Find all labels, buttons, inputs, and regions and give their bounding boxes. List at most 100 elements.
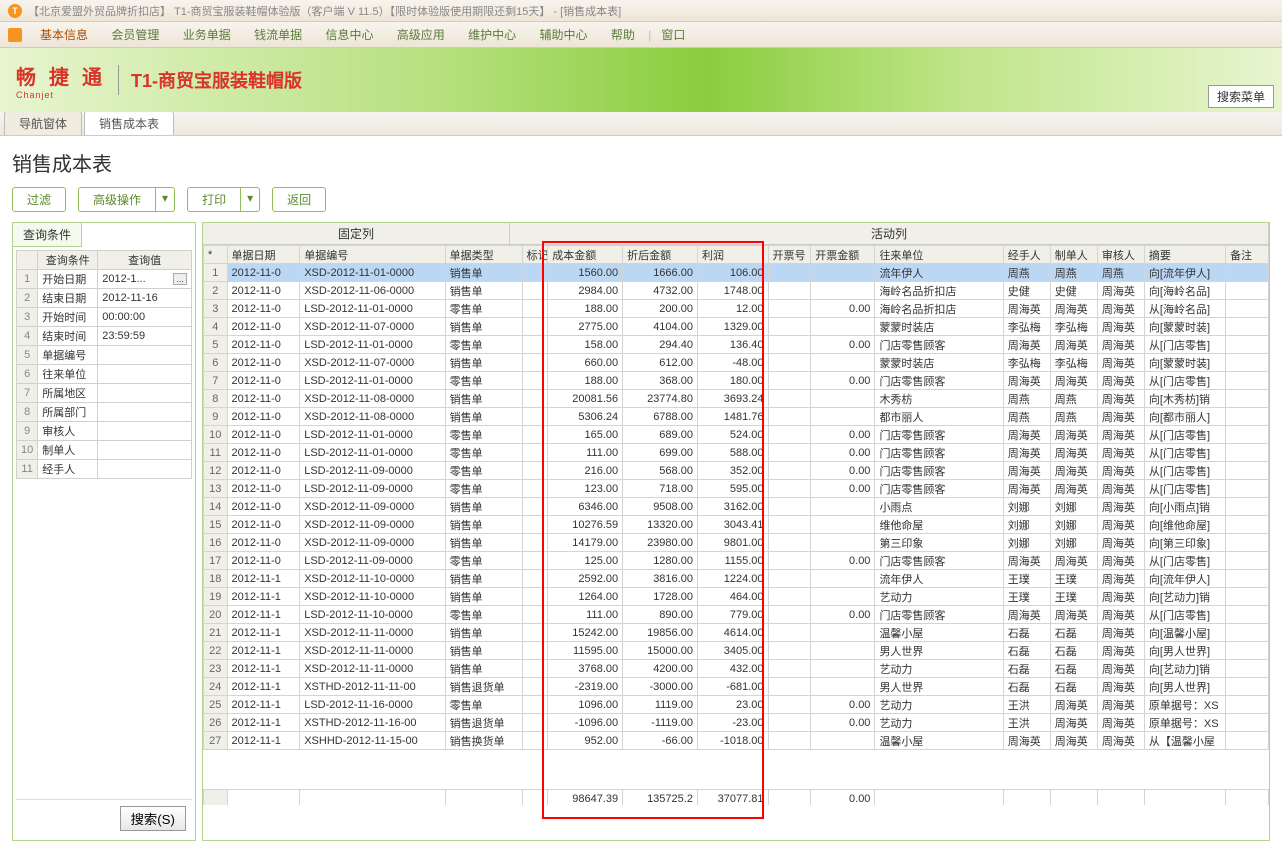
cond-rownum: 8 <box>17 403 38 422</box>
tab-sales-cost[interactable]: 销售成本表 <box>84 111 174 135</box>
cond-value[interactable] <box>98 384 192 403</box>
cond-value[interactable] <box>98 422 192 441</box>
col-docno[interactable]: 单据编号 <box>300 246 445 264</box>
table-row[interactable]: 182012-11-1XSD-2012-11-10-0000销售单 2592.0… <box>204 570 1269 588</box>
back-button[interactable]: 返回 <box>272 187 326 212</box>
cond-key[interactable]: 单据编号 <box>38 346 98 365</box>
table-row[interactable]: 152012-11-0XSD-2012-11-09-0000销售单 10276.… <box>204 516 1269 534</box>
cond-value[interactable] <box>98 365 192 384</box>
table-row[interactable]: 222012-11-1XSD-2012-11-11-0000销售单 11595.… <box>204 642 1269 660</box>
cond-header-val[interactable]: 查询值 <box>98 251 192 270</box>
table-row[interactable]: 112012-11-0LSD-2012-11-01-0000零售单 111.00… <box>204 444 1269 462</box>
menu-item[interactable]: 帮助 <box>601 25 645 45</box>
cond-value[interactable]: 2012-11-16 <box>98 289 192 308</box>
table-row[interactable]: 162012-11-0XSD-2012-11-09-0000销售单 14179.… <box>204 534 1269 552</box>
table-row[interactable]: 92012-11-0XSD-2012-11-08-0000销售单 5306.24… <box>204 408 1269 426</box>
table-row[interactable]: 132012-11-0LSD-2012-11-09-0000零售单 123.00… <box>204 480 1269 498</box>
cond-value[interactable] <box>98 403 192 422</box>
cond-key[interactable]: 所属部门 <box>38 403 98 422</box>
cond-key[interactable]: 制单人 <box>38 441 98 460</box>
table-row[interactable]: 142012-11-0XSD-2012-11-09-0000销售单 6346.0… <box>204 498 1269 516</box>
table-row[interactable]: 62012-11-0XSD-2012-11-07-0000销售单 660.006… <box>204 354 1269 372</box>
col-profit[interactable]: 利润 <box>697 246 768 264</box>
cond-key[interactable]: 经手人 <box>38 460 98 479</box>
col-auditor[interactable]: 审核人 <box>1097 246 1144 264</box>
col-date[interactable]: 单据日期 <box>227 246 300 264</box>
col-mark[interactable]: 标记 <box>522 246 548 264</box>
table-row[interactable]: 272012-11-1XSHHD-2012-11-15-00销售换货单 952.… <box>204 732 1269 750</box>
cond-key[interactable]: 结束时间 <box>38 327 98 346</box>
query-tab[interactable]: 查询条件 <box>13 223 82 247</box>
menu-item[interactable]: 会员管理 <box>101 25 169 45</box>
cond-key[interactable]: 审核人 <box>38 422 98 441</box>
table-row[interactable]: 22012-11-0XSD-2012-11-06-0000销售单 2984.00… <box>204 282 1269 300</box>
table-row[interactable]: 32012-11-0LSD-2012-11-01-0000零售单 188.002… <box>204 300 1269 318</box>
col-handler[interactable]: 经手人 <box>1003 246 1050 264</box>
table-row[interactable]: 122012-11-0LSD-2012-11-09-0000零售单 216.00… <box>204 462 1269 480</box>
advanced-caret-icon[interactable]: ▾ <box>156 187 175 212</box>
cond-rownum: 9 <box>17 422 38 441</box>
col-star[interactable]: * <box>204 246 228 264</box>
table-row[interactable]: 12012-11-0XSD-2012-11-01-0000销售单 1560.00… <box>204 264 1269 282</box>
cond-header-key[interactable]: 查询条件 <box>38 251 98 270</box>
table-row[interactable]: 202012-11-1LSD-2012-11-10-0000零售单 111.00… <box>204 606 1269 624</box>
search-button[interactable]: 搜索(S) <box>120 806 186 831</box>
query-conditions-table: 查询条件 查询值 1 开始日期 2012-1......2 结束日期 2012-… <box>16 250 192 479</box>
menu-item[interactable]: 窗口 <box>651 25 695 45</box>
col-cost[interactable]: 成本金额 <box>548 246 623 264</box>
cond-value[interactable]: 23:59:59 <box>98 327 192 346</box>
cond-value[interactable] <box>98 460 192 479</box>
cond-value[interactable] <box>98 346 192 365</box>
cond-key[interactable]: 开始时间 <box>38 308 98 327</box>
active-cols-header: 活动列 <box>510 223 1269 244</box>
menu-item[interactable]: 辅助中心 <box>530 25 598 45</box>
col-remark[interactable]: 备注 <box>1226 246 1269 264</box>
col-party[interactable]: 往来单位 <box>875 246 1003 264</box>
menu-item[interactable]: 信息中心 <box>315 25 383 45</box>
table-row[interactable]: 232012-11-1XSD-2012-11-11-0000销售单 3768.0… <box>204 660 1269 678</box>
cond-value[interactable]: 2012-1...... <box>98 270 192 289</box>
col-discount[interactable]: 折后金额 <box>623 246 698 264</box>
menu-item[interactable]: 维护中心 <box>458 25 526 45</box>
menu-item[interactable]: 业务单据 <box>173 25 241 45</box>
table-row[interactable]: 52012-11-0LSD-2012-11-01-0000零售单 158.002… <box>204 336 1269 354</box>
query-conditions-pane: 查询条件 查询条件 查询值 1 开始日期 2012-1......2 结束日期 … <box>12 222 196 841</box>
page-title: 销售成本表 <box>12 144 1270 187</box>
table-row[interactable]: 82012-11-0XSD-2012-11-08-0000销售单 20081.5… <box>204 390 1269 408</box>
ellipsis-button[interactable]: ... <box>173 273 187 285</box>
cond-rownum: 6 <box>17 365 38 384</box>
menu-item[interactable]: 钱流单据 <box>244 25 312 45</box>
title-bar: T 【北京爱盟外贸品牌折扣店】 T1-商贸宝服装鞋帽体验版（客户端 V 11.5… <box>0 0 1282 22</box>
table-row[interactable]: 252012-11-1LSD-2012-11-16-0000零售单 1096.0… <box>204 696 1269 714</box>
table-row[interactable]: 172012-11-0LSD-2012-11-09-0000零售单 125.00… <box>204 552 1269 570</box>
cond-key[interactable]: 所属地区 <box>38 384 98 403</box>
filter-button[interactable]: 过滤 <box>12 187 66 212</box>
cond-value[interactable] <box>98 441 192 460</box>
print-button[interactable]: 打印 <box>187 187 241 212</box>
table-row[interactable]: 42012-11-0XSD-2012-11-07-0000销售单 2775.00… <box>204 318 1269 336</box>
col-invamt[interactable]: 开票金额 <box>811 246 875 264</box>
cond-key[interactable]: 往来单位 <box>38 365 98 384</box>
cond-value[interactable]: 00:00:00 <box>98 308 192 327</box>
cond-header-n <box>17 251 38 270</box>
col-summary[interactable]: 摘要 <box>1144 246 1225 264</box>
table-row[interactable]: 102012-11-0LSD-2012-11-01-0000零售单 165.00… <box>204 426 1269 444</box>
col-invno[interactable]: 开票号 <box>768 246 811 264</box>
table-row[interactable]: 242012-11-1XSTHD-2012-11-11-00销售退货单 -231… <box>204 678 1269 696</box>
cond-key[interactable]: 开始日期 <box>38 270 98 289</box>
advanced-button[interactable]: 高级操作 <box>78 187 156 212</box>
table-row[interactable]: 262012-11-1XSTHD-2012-11-16-00销售退货单 -109… <box>204 714 1269 732</box>
menu-item[interactable]: 高级应用 <box>387 25 455 45</box>
table-row[interactable]: 212012-11-1XSD-2012-11-11-0000销售单 15242.… <box>204 624 1269 642</box>
print-caret-icon[interactable]: ▾ <box>241 187 260 212</box>
table-row[interactable]: 72012-11-0LSD-2012-11-01-0000零售单 188.003… <box>204 372 1269 390</box>
col-doctype[interactable]: 单据类型 <box>445 246 522 264</box>
cond-key[interactable]: 结束日期 <box>38 289 98 308</box>
table-row[interactable]: 192012-11-1XSD-2012-11-10-0000销售单 1264.0… <box>204 588 1269 606</box>
fixed-cols-header: 固定列 <box>203 223 510 244</box>
tab-nav[interactable]: 导航窗体 <box>4 111 82 135</box>
col-maker[interactable]: 制单人 <box>1050 246 1097 264</box>
search-menu-button[interactable]: 搜索菜单 <box>1208 85 1274 108</box>
data-grid: 固定列 活动列 * 单据日期 单据编号 单据类型 标记 成本金额 折后金额 利润… <box>202 222 1270 841</box>
menu-item[interactable]: 基本信息 <box>30 25 98 45</box>
